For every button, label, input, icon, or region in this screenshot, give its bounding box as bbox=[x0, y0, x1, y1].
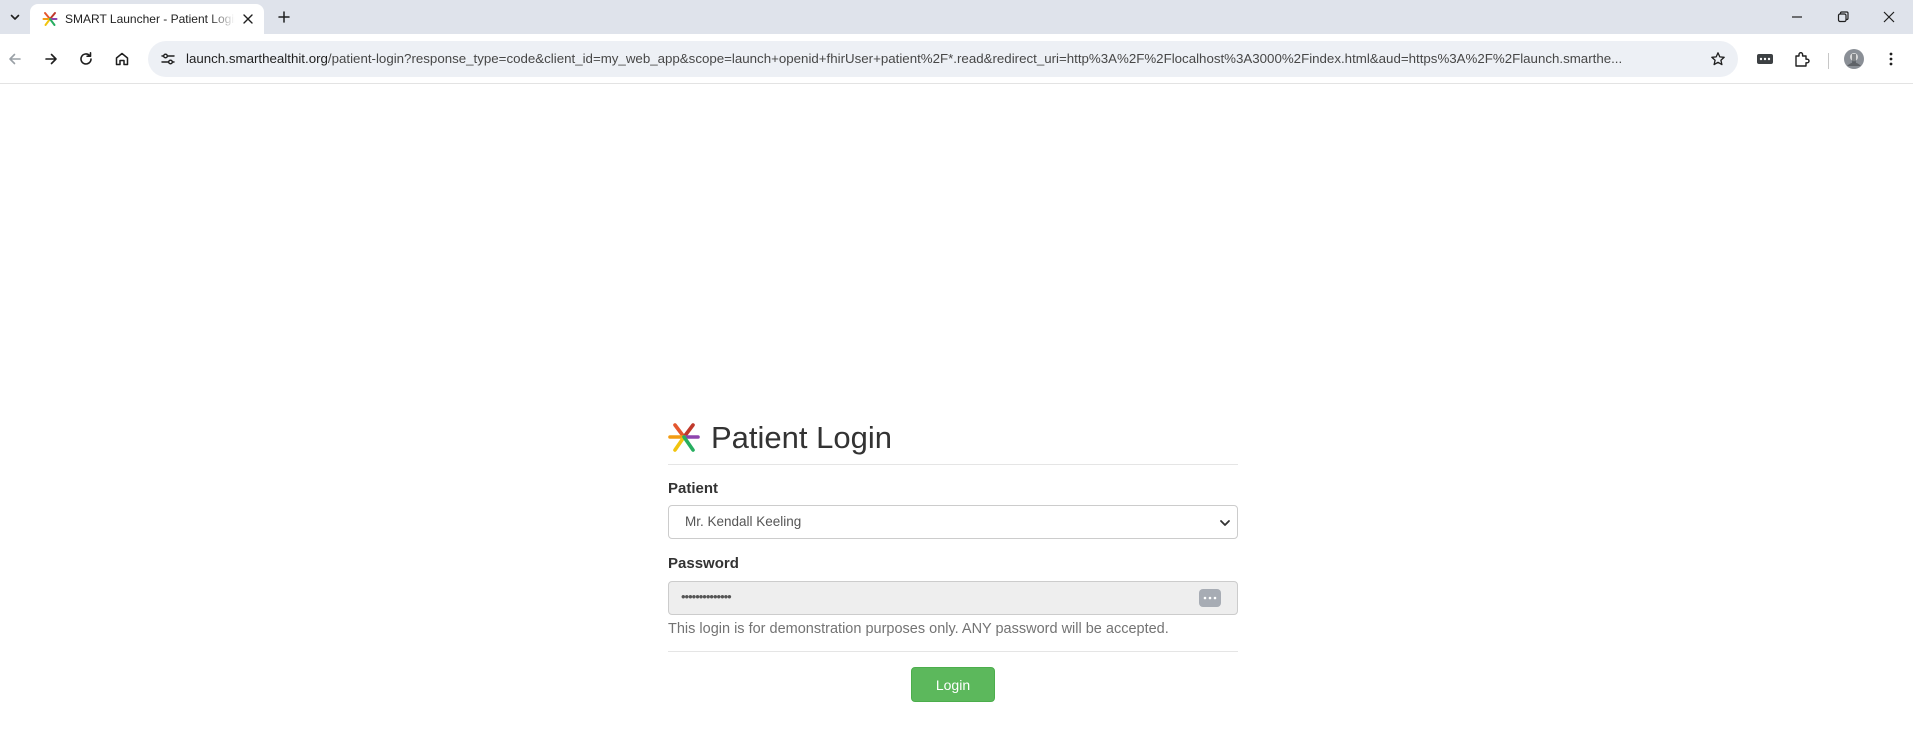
url-host: launch.smarthealthit.org bbox=[186, 51, 328, 66]
patient-label: Patient bbox=[668, 480, 719, 497]
site-info-button[interactable] bbox=[156, 47, 180, 71]
back-button[interactable] bbox=[1, 45, 29, 73]
profile-button[interactable] bbox=[1840, 45, 1868, 73]
extensions-button[interactable] bbox=[1788, 45, 1816, 73]
chevron-down-icon bbox=[1220, 520, 1230, 526]
reload-button[interactable] bbox=[72, 45, 100, 73]
home-icon bbox=[115, 52, 129, 66]
minimize-icon bbox=[1792, 16, 1802, 18]
tab-close-button[interactable] bbox=[240, 11, 256, 27]
password-manager-icon bbox=[1757, 54, 1773, 64]
new-tab-button[interactable] bbox=[274, 7, 294, 27]
patient-login-panel: Patient Login Patient Mr. Kendall Keelin… bbox=[668, 418, 1238, 702]
close-icon bbox=[243, 14, 253, 24]
reload-icon bbox=[80, 52, 92, 65]
close-icon bbox=[1883, 11, 1895, 23]
password-help-text: This login is for demonstration purposes… bbox=[668, 621, 1169, 637]
arrow-right-icon bbox=[45, 53, 57, 65]
tab-title: SMART Launcher - Patient Login bbox=[65, 12, 235, 26]
restore-button[interactable] bbox=[1820, 0, 1866, 34]
divider bbox=[668, 651, 1238, 652]
arrow-left-icon bbox=[9, 53, 21, 65]
profile-avatar-icon bbox=[1844, 49, 1864, 69]
dots-icon bbox=[1203, 596, 1217, 600]
url-text[interactable]: launch.smarthealthit.org/patient-login?r… bbox=[186, 51, 1686, 66]
close-window-button[interactable] bbox=[1866, 0, 1912, 34]
tune-icon bbox=[161, 53, 175, 65]
password-manager-key-icon[interactable] bbox=[1199, 589, 1221, 607]
address-bar[interactable]: launch.smarthealthit.org/patient-login?r… bbox=[148, 41, 1738, 77]
patient-selected-value: Mr. Kendall Keeling bbox=[685, 514, 802, 529]
browser-menu-button[interactable] bbox=[1877, 45, 1905, 73]
home-button[interactable] bbox=[108, 45, 136, 73]
url-path: /patient-login?response_type=code&client… bbox=[327, 51, 1623, 66]
password-value: •••••••••••••• bbox=[681, 589, 732, 604]
toolbar-separator bbox=[1828, 53, 1829, 69]
browser-toolbar: launch.smarthealthit.org/patient-login?r… bbox=[0, 34, 1913, 84]
password-label: Password bbox=[668, 555, 739, 572]
page-title: Patient Login bbox=[711, 420, 892, 455]
tab-strip: SMART Launcher - Patient Login bbox=[0, 0, 1913, 34]
smart-logo-icon bbox=[42, 12, 58, 26]
chevron-down-icon bbox=[10, 14, 20, 20]
password-field[interactable]: •••••••••••••• bbox=[668, 581, 1238, 615]
plus-icon bbox=[278, 11, 290, 23]
kebab-menu-icon bbox=[1889, 52, 1893, 66]
patient-select[interactable]: Mr. Kendall Keeling bbox=[668, 505, 1238, 539]
smart-logo-icon bbox=[668, 423, 700, 452]
restore-icon bbox=[1837, 11, 1849, 23]
tab-search-button[interactable] bbox=[4, 6, 26, 28]
login-button[interactable]: Login bbox=[911, 667, 995, 702]
forward-button[interactable] bbox=[37, 45, 65, 73]
bookmark-button[interactable] bbox=[1706, 47, 1730, 71]
browser-tab-active[interactable]: SMART Launcher - Patient Login bbox=[30, 4, 264, 34]
password-manager-button[interactable] bbox=[1751, 45, 1779, 73]
star-icon bbox=[1711, 52, 1725, 66]
minimize-button[interactable] bbox=[1774, 0, 1820, 34]
extensions-icon bbox=[1795, 52, 1810, 67]
login-header: Patient Login bbox=[668, 418, 1238, 465]
